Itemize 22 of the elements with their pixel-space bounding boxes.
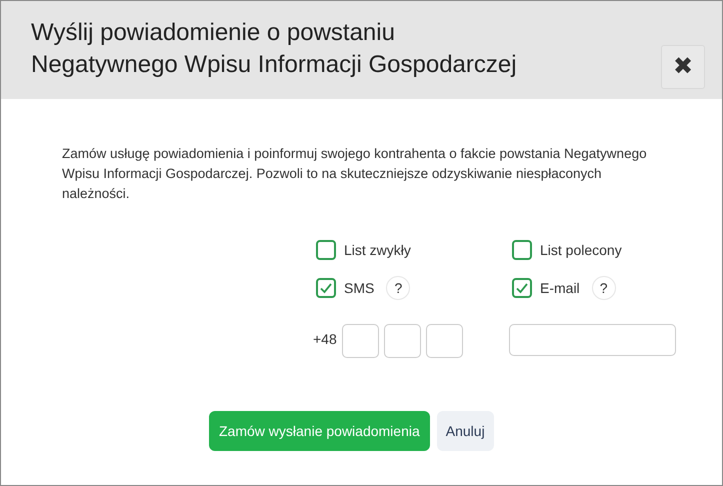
option-label: E-mail [540, 278, 580, 298]
option-label: SMS [344, 278, 374, 298]
checkbox[interactable] [316, 278, 336, 298]
check-icon [515, 281, 529, 295]
checkbox[interactable] [316, 240, 336, 260]
checkbox[interactable] [512, 278, 532, 298]
checkbox[interactable] [512, 240, 532, 260]
dialog-title: Negatywnego Wpisu Informacji Gospodarczej [31, 50, 517, 80]
option-label: List polecony [540, 240, 622, 260]
help-button[interactable]: ? [386, 276, 410, 300]
close-button[interactable]: ✖ [661, 45, 705, 89]
check-icon [319, 281, 333, 295]
cancel-button[interactable]: Anuluj [436, 411, 494, 451]
help-button[interactable]: ? [592, 276, 616, 300]
dialog-title: Wyślij powiadomienie o powstaniu [31, 18, 396, 48]
phone-prefix: +48 [313, 330, 337, 349]
phone-field[interactable] [342, 324, 379, 358]
description: Zamów usługę powiadomienia i poinformuj swojego kontrahenta o fakcie powstania Negatywnego Wpisu Informacji Gospodarczej. Pozwoli to na skuteczniejsze odzyskiwanie niespłaconych należności. [62, 145, 648, 203]
option-label: List zwykły [344, 240, 411, 260]
email-field[interactable] [508, 324, 676, 356]
phone-field[interactable] [426, 324, 463, 358]
phone-field[interactable] [384, 324, 421, 358]
